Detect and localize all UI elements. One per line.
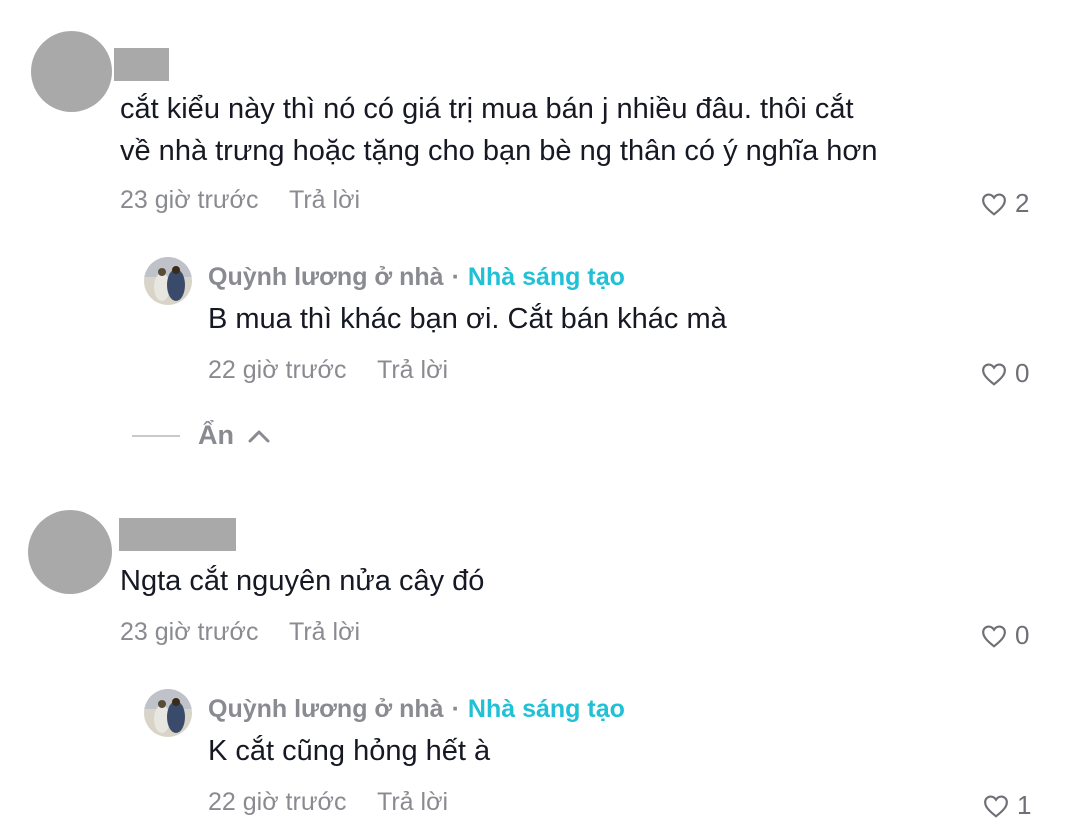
commenter-name-redacted xyxy=(114,48,169,81)
comment-timestamp: 23 giờ trước xyxy=(120,618,259,646)
like-count: 2 xyxy=(1015,188,1030,218)
like-count: 0 xyxy=(1015,620,1030,650)
reply-timestamp: 22 giờ trước xyxy=(208,356,347,384)
commenter-avatar[interactable] xyxy=(31,31,112,112)
heart-outline-icon xyxy=(982,624,1006,648)
commenter-name-redacted xyxy=(119,518,236,551)
like-button[interactable]: 0 xyxy=(981,620,1029,651)
reply-text: K cắt cũng hỏng hết à xyxy=(208,735,491,767)
comment-text-line: về nhà trưng hoặc tặng cho bạn bè ng thâ… xyxy=(120,135,878,167)
reply-header: Quỳnh lương ở nhà · Nhà sáng tạo xyxy=(208,695,625,724)
creator-badge: Nhà sáng tạo xyxy=(467,695,625,723)
reply-author-name[interactable]: Quỳnh lương ở nhà xyxy=(208,695,444,724)
hide-replies-button[interactable]: Ẩn xyxy=(132,420,270,451)
like-button[interactable]: 2 xyxy=(981,188,1029,219)
reply-button[interactable]: Trả lời xyxy=(377,788,448,817)
separator-dot: · xyxy=(451,263,460,291)
divider-line xyxy=(132,434,180,437)
commenter-avatar[interactable] xyxy=(28,510,112,594)
reply-author-name[interactable]: Quỳnh lương ở nhà xyxy=(208,263,444,292)
reply-button[interactable]: Trả lời xyxy=(377,356,448,385)
like-button[interactable]: 0 xyxy=(981,358,1029,389)
comment-text-line: Ngta cắt nguyên nửa cây đó xyxy=(120,565,485,597)
hide-replies-label: Ẩn xyxy=(198,420,234,450)
reply-header: Quỳnh lương ở nhà · Nhà sáng tạo xyxy=(208,263,625,292)
like-button[interactable]: 1 xyxy=(983,790,1031,821)
heart-outline-icon xyxy=(982,362,1006,386)
comment-timestamp: 23 giờ trước xyxy=(120,186,259,214)
creator-avatar[interactable] xyxy=(144,257,192,305)
reply-text: B mua thì khác bạn ơi. Cắt bán khác mà xyxy=(208,303,727,335)
heart-outline-icon xyxy=(982,192,1006,216)
reply-button[interactable]: Trả lời xyxy=(289,618,360,647)
heart-outline-icon xyxy=(984,794,1008,818)
chevron-up-icon xyxy=(248,430,270,442)
reply-button[interactable]: Trả lời xyxy=(289,186,360,215)
creator-avatar[interactable] xyxy=(144,689,192,737)
separator-dot: · xyxy=(451,695,460,723)
like-count: 1 xyxy=(1017,790,1032,820)
like-count: 0 xyxy=(1015,358,1030,388)
creator-badge: Nhà sáng tạo xyxy=(467,263,625,291)
reply-timestamp: 22 giờ trước xyxy=(208,788,347,816)
comment-text-line: cắt kiểu này thì nó có giá trị mua bán j… xyxy=(120,93,854,125)
